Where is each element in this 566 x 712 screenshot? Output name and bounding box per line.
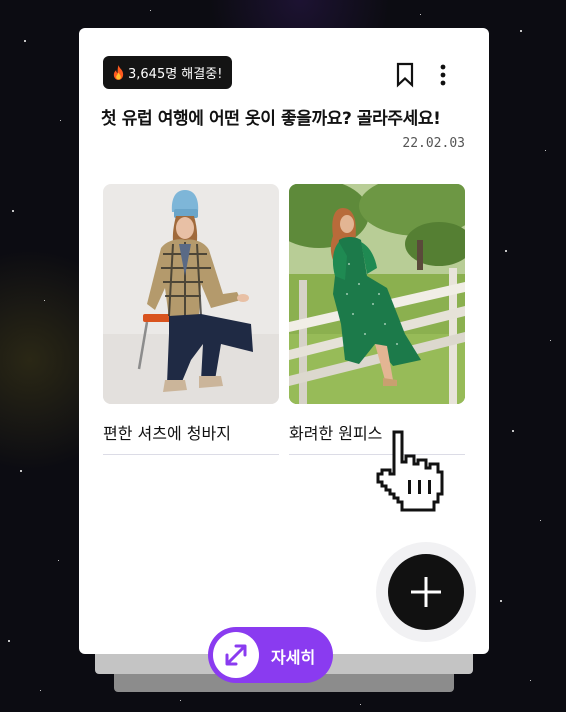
- star: [40, 690, 41, 691]
- bookmark-icon[interactable]: [393, 62, 417, 88]
- option-image-shirt-jeans: [103, 184, 279, 404]
- star: [150, 10, 151, 11]
- option-card-dress[interactable]: 화려한 원피스: [289, 184, 465, 455]
- star: [60, 120, 61, 121]
- star: [500, 600, 502, 602]
- badge-text: 3,645명 해결중!: [128, 67, 223, 82]
- star: [58, 560, 59, 561]
- star: [8, 640, 10, 642]
- star: [12, 210, 14, 212]
- question-date: 22.02.03: [402, 136, 465, 151]
- plus-icon: [411, 577, 441, 607]
- details-button[interactable]: 자세히: [208, 627, 333, 683]
- star: [24, 40, 26, 42]
- option-label: 편한 셔츠에 청바지: [103, 420, 279, 455]
- star: [420, 14, 421, 15]
- star: [360, 704, 361, 705]
- star: [44, 300, 45, 301]
- option-card-shirt-jeans[interactable]: 편한 셔츠에 청바지: [103, 184, 279, 455]
- solving-count-badge: 3,645명 해결중!: [103, 56, 233, 89]
- details-icon-circle: [213, 632, 259, 678]
- question-card: 3,645명 해결중! 첫 유럽 여행에 어떤 옷이 좋을까요? 골라주세요! …: [79, 28, 489, 654]
- option-image-dress: [289, 184, 465, 404]
- star: [20, 470, 22, 472]
- question-title: 첫 유럽 여행에 어떤 옷이 좋을까요? 골라주세요!: [101, 109, 441, 129]
- star: [540, 520, 541, 521]
- star: [530, 680, 531, 681]
- star: [550, 340, 551, 341]
- star: [545, 150, 546, 151]
- fire-icon: [113, 65, 124, 80]
- expand-arrows-icon: [225, 644, 247, 666]
- details-label: 자세히: [271, 648, 316, 667]
- add-button[interactable]: [388, 554, 464, 630]
- star: [512, 430, 514, 432]
- hand-pointer-icon: [376, 430, 444, 512]
- star: [505, 250, 507, 252]
- add-fab-ring: [376, 542, 476, 642]
- star: [180, 700, 181, 701]
- more-vertical-icon[interactable]: [439, 64, 447, 86]
- star: [520, 30, 522, 32]
